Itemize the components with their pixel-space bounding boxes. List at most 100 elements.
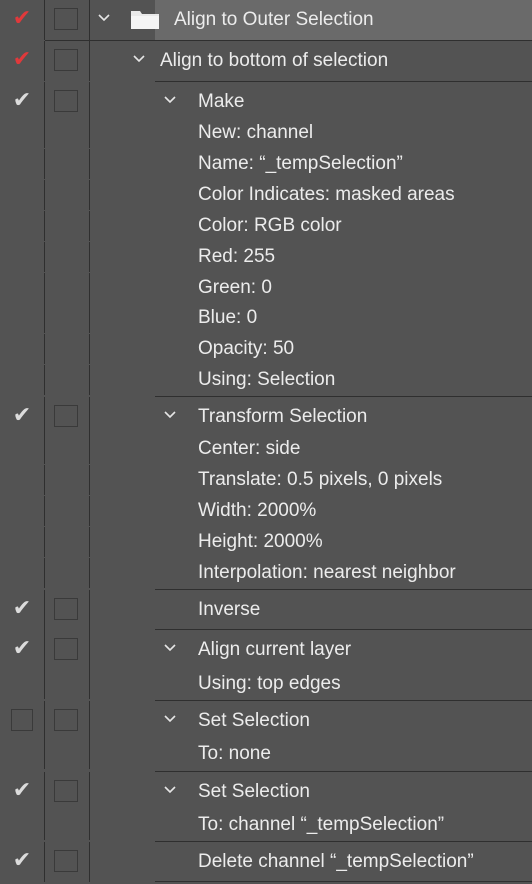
dialog-toggle-box[interactable] (54, 598, 78, 620)
toggle-cell-empty (0, 365, 45, 395)
toggle-cell-empty (0, 211, 45, 241)
param-row: Blue: 0 (0, 303, 532, 333)
chevron-down-icon[interactable] (163, 712, 177, 726)
toggle-cell-empty (0, 273, 45, 303)
check-icon[interactable]: ✔ (11, 637, 33, 659)
dialog-toggle-box[interactable] (54, 49, 78, 71)
command-row[interactable]: ✔ Make (0, 82, 532, 122)
command-row[interactable]: ✔ Inverse (0, 590, 532, 630)
toggle-cell[interactable] (0, 701, 45, 741)
action-set-row[interactable]: ✔ Align to Outer Selection (0, 0, 532, 40)
toggle-cell-empty (0, 669, 45, 699)
toggle-cell[interactable]: ✔ (0, 0, 45, 40)
toggle-cell[interactable]: ✔ (0, 842, 45, 882)
param-label: Blue: 0 (198, 307, 258, 328)
check-red-icon[interactable]: ✔ (11, 7, 33, 29)
action-set-label: Align to Outer Selection (174, 9, 374, 30)
dialog-toggle-box[interactable] (54, 90, 78, 112)
toggle-cell-empty (0, 558, 45, 588)
param-label: Color Indicates: masked areas (198, 184, 455, 205)
dialog-toggle-box[interactable] (54, 780, 78, 802)
dialog-toggle-cell[interactable] (45, 397, 90, 437)
check-icon[interactable]: ✔ (11, 849, 33, 871)
param-row: Green: 0 (0, 273, 532, 303)
param-row: Name: “_tempSelection” (0, 149, 532, 179)
command-label: Set Selection (198, 710, 310, 731)
param-label: To: none (198, 743, 271, 764)
toggle-cell-empty (0, 739, 45, 769)
toggle-cell[interactable]: ✔ (0, 772, 45, 812)
param-label: Using: top edges (198, 673, 341, 694)
dialog-toggle-cell[interactable] (45, 842, 90, 882)
dialog-toggle-cell[interactable] (45, 772, 90, 812)
param-row: Interpolation: nearest neighbor (0, 558, 532, 588)
command-row[interactable]: ✔ Delete channel “_tempSelection” (0, 842, 532, 882)
toggle-cell-empty (0, 810, 45, 840)
actions-panel: ✔ Align to Outer Selection ✔ Align to bo… (0, 0, 532, 884)
param-row: Height: 2000% (0, 527, 532, 557)
dialog-toggle-cell[interactable] (45, 0, 90, 40)
toggle-cell[interactable]: ✔ (0, 41, 45, 81)
command-row[interactable]: ✔ Align current layer (0, 630, 532, 670)
toggle-cell-empty (0, 334, 45, 364)
chevron-down-icon[interactable] (132, 52, 146, 66)
param-row: Using: Selection (0, 365, 532, 395)
param-row: Color: RGB color (0, 211, 532, 241)
dialog-toggle-box[interactable] (54, 405, 78, 427)
param-label: Interpolation: nearest neighbor (198, 562, 456, 583)
dialog-toggle-box[interactable] (54, 8, 78, 30)
chevron-down-icon[interactable] (163, 93, 177, 107)
dialog-cell-empty (45, 465, 90, 495)
toggle-cell[interactable]: ✔ (0, 82, 45, 122)
toggle-cell[interactable]: ✔ (0, 590, 45, 630)
command-row[interactable]: ✔ Transform Selection (0, 397, 532, 437)
param-label: Name: “_tempSelection” (198, 153, 403, 174)
dialog-toggle-cell[interactable] (45, 590, 90, 630)
chevron-down-icon[interactable] (163, 783, 177, 797)
check-icon[interactable]: ✔ (11, 779, 33, 801)
dialog-cell-empty (45, 434, 90, 464)
check-red-icon[interactable]: ✔ (11, 48, 33, 70)
check-icon[interactable]: ✔ (11, 89, 33, 111)
param-row: To: channel “_tempSelection” (0, 810, 532, 840)
param-label: Height: 2000% (198, 531, 323, 552)
check-icon[interactable]: ✔ (11, 404, 33, 426)
dialog-cell-empty (45, 810, 90, 840)
command-label: Inverse (198, 599, 261, 620)
dialog-cell-empty (45, 211, 90, 241)
param-row: Translate: 0.5 pixels, 0 pixels (0, 465, 532, 495)
dialog-toggle-box[interactable] (54, 709, 78, 731)
command-row[interactable]: ✔ Set Selection (0, 772, 532, 812)
dialog-toggle-cell[interactable] (45, 630, 90, 670)
toggle-cell-empty (0, 149, 45, 179)
chevron-down-icon[interactable] (163, 408, 177, 422)
param-row: Red: 255 (0, 242, 532, 272)
toggle-cell-empty (0, 180, 45, 210)
dialog-toggle-cell[interactable] (45, 82, 90, 122)
toggle-cell-empty (0, 434, 45, 464)
check-icon[interactable]: ✔ (11, 597, 33, 619)
param-label: Color: RGB color (198, 215, 342, 236)
toggle-cell[interactable]: ✔ (0, 397, 45, 437)
chevron-down-icon[interactable] (163, 641, 177, 655)
command-label: Transform Selection (198, 406, 368, 427)
dialog-cell-empty (45, 242, 90, 272)
param-label: Red: 255 (198, 246, 276, 267)
action-row[interactable]: ✔ Align to bottom of selection (0, 41, 532, 81)
param-label: New: channel (198, 122, 314, 143)
dialog-toggle-box[interactable] (54, 850, 78, 872)
toggle-cell-empty (0, 303, 45, 333)
dialog-cell-empty (45, 365, 90, 395)
command-label: Set Selection (198, 781, 310, 802)
dialog-toggle-cell[interactable] (45, 701, 90, 741)
param-row: New: channel (0, 118, 532, 148)
dialog-toggle-cell[interactable] (45, 41, 90, 81)
unchecked-box[interactable] (11, 709, 33, 731)
command-row[interactable]: Set Selection (0, 701, 532, 741)
toggle-cell-empty (0, 242, 45, 272)
toggle-cell[interactable]: ✔ (0, 630, 45, 670)
dialog-toggle-box[interactable] (54, 638, 78, 660)
command-label: Delete channel “_tempSelection” (198, 851, 474, 872)
chevron-down-icon[interactable] (97, 11, 111, 25)
dialog-cell-empty (45, 739, 90, 769)
